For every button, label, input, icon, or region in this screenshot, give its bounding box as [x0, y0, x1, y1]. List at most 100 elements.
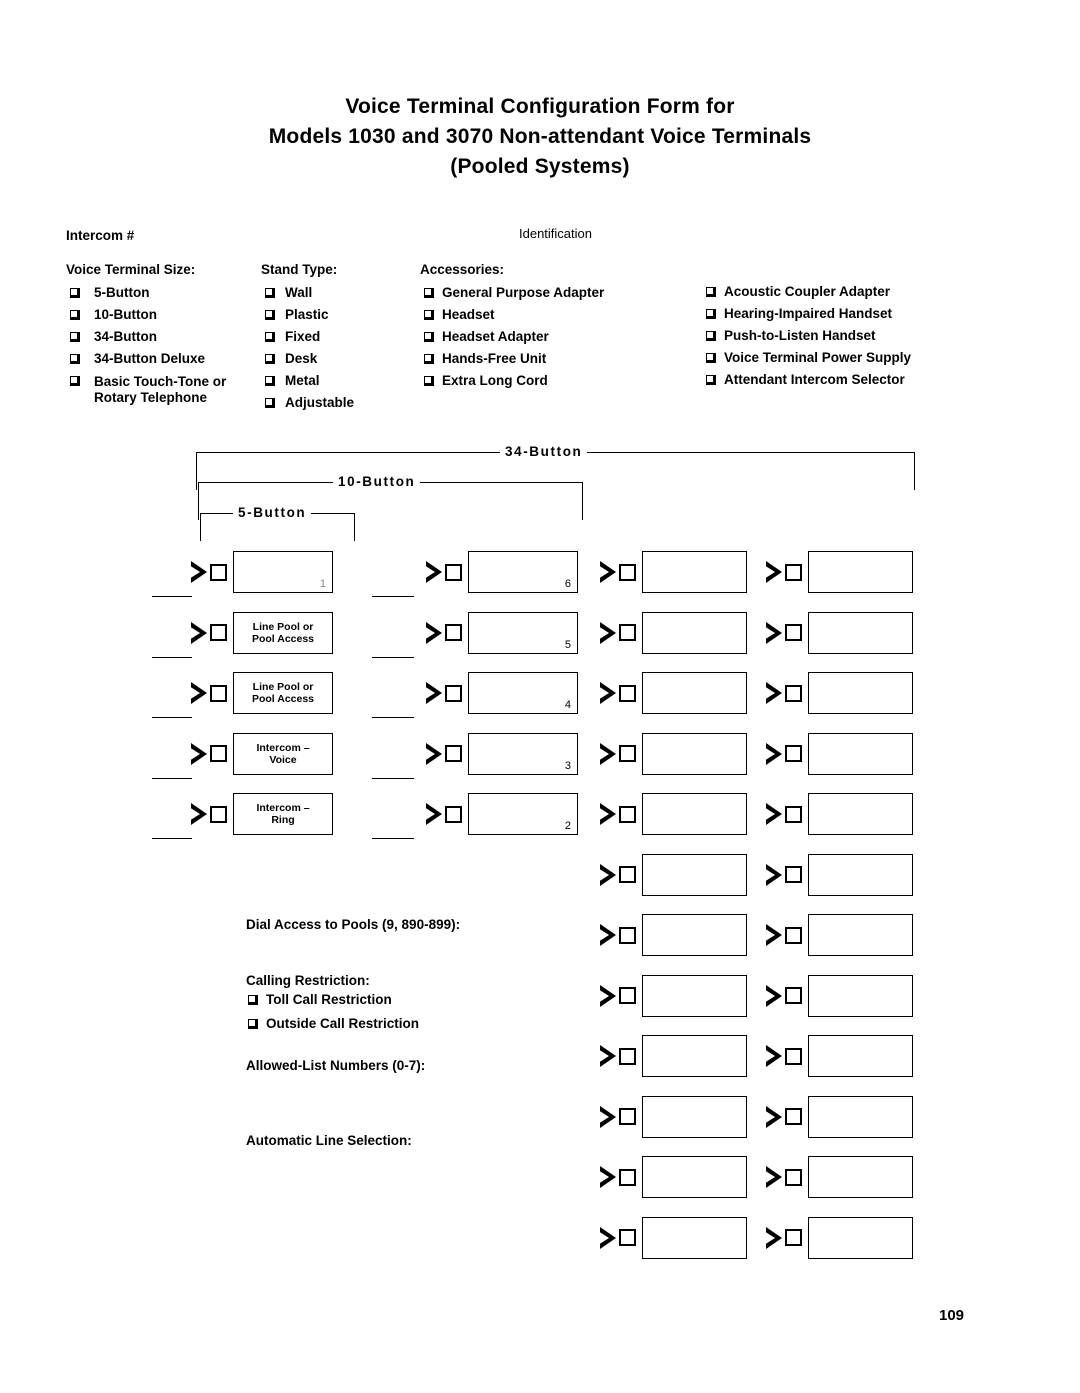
button-square-icon[interactable]	[785, 1168, 802, 1186]
button-col1-label-box[interactable]: Line Pool or Pool Access	[233, 611, 333, 654]
button-square-icon[interactable]	[619, 745, 636, 762]
button-square-icon[interactable]	[445, 805, 462, 823]
checkbox-icon[interactable]	[70, 310, 80, 320]
write-in-col2-line[interactable]	[372, 596, 414, 597]
checkbox-icon[interactable]	[424, 354, 434, 364]
button-col3-label-box[interactable]	[642, 551, 747, 593]
button-col4-label-box[interactable]	[808, 1156, 913, 1198]
accessory-left-option-2[interactable]: Headset	[424, 308, 495, 321]
button-square-icon[interactable]	[210, 563, 227, 581]
calling-restriction-option-1[interactable]: Toll Call Restriction	[248, 993, 392, 1006]
checkbox-icon[interactable]	[265, 376, 275, 386]
checkbox-icon[interactable]	[265, 398, 275, 408]
stand-option-1[interactable]: Wall	[265, 286, 312, 299]
button-square-icon[interactable]	[445, 563, 462, 581]
write-in-col2-line[interactable]	[372, 656, 414, 658]
checkbox-icon[interactable]	[265, 310, 275, 320]
button-square-icon[interactable]	[619, 1047, 636, 1065]
vts-option-3[interactable]: 34-Button	[70, 330, 157, 343]
write-in-col2-line[interactable]	[372, 838, 414, 839]
checkbox-icon[interactable]	[706, 353, 716, 363]
button-square-icon[interactable]	[785, 745, 802, 762]
write-in-col1-line[interactable]	[152, 656, 192, 658]
button-square-icon[interactable]	[210, 745, 227, 762]
stand-option-4[interactable]: Desk	[265, 352, 317, 365]
checkbox-icon[interactable]	[265, 332, 275, 342]
button-square-icon[interactable]	[619, 684, 636, 702]
accessory-right-option-5[interactable]: Attendant Intercom Selector	[706, 373, 905, 386]
button-col1-label-box[interactable]: Line Pool or Pool Access	[233, 672, 333, 714]
button-square-icon[interactable]	[785, 1047, 802, 1065]
button-col4-label-box[interactable]	[808, 551, 913, 593]
button-square-icon[interactable]	[785, 805, 802, 823]
button-square-icon[interactable]	[619, 624, 636, 641]
accessory-right-option-4[interactable]: Voice Terminal Power Supply	[706, 351, 911, 364]
checkbox-icon[interactable]	[248, 995, 258, 1005]
button-col4-label-box[interactable]	[808, 914, 913, 956]
button-col2-label-box[interactable]: 3	[468, 732, 578, 775]
button-col1-label-box[interactable]: Intercom – Voice	[233, 732, 333, 775]
checkbox-icon[interactable]	[706, 331, 716, 341]
button-col3-label-box[interactable]	[642, 732, 747, 775]
checkbox-icon[interactable]	[424, 332, 434, 342]
button-square-icon[interactable]	[785, 624, 802, 641]
calling-restriction-option-2[interactable]: Outside Call Restriction	[248, 1017, 419, 1030]
button-square-icon[interactable]	[619, 1229, 636, 1246]
button-col4-label-box[interactable]	[808, 793, 913, 835]
button-square-icon[interactable]	[785, 1229, 802, 1246]
button-col1-label-box[interactable]: Intercom – Ring	[233, 793, 333, 835]
checkbox-icon[interactable]	[424, 376, 434, 386]
checkbox-icon[interactable]	[424, 288, 434, 298]
accessory-right-option-1[interactable]: Acoustic Coupler Adapter	[706, 285, 890, 298]
button-col1-label-box[interactable]: 1	[233, 551, 333, 593]
button-col3-label-box[interactable]	[642, 793, 747, 835]
accessory-left-option-1[interactable]: General Purpose Adapter	[424, 286, 604, 299]
button-col4-label-box[interactable]	[808, 1095, 913, 1138]
button-col2-label-box[interactable]: 6	[468, 551, 578, 593]
button-square-icon[interactable]	[785, 926, 802, 944]
vts-option-5[interactable]: Basic Touch-Tone or Rotary Telephone	[70, 374, 244, 406]
button-square-icon[interactable]	[619, 926, 636, 944]
write-in-col1-line[interactable]	[152, 777, 192, 779]
accessory-left-option-4[interactable]: Hands-Free Unit	[424, 352, 546, 365]
button-square-icon[interactable]	[445, 684, 462, 702]
button-square-icon[interactable]	[619, 866, 636, 883]
button-col3-label-box[interactable]	[642, 1095, 747, 1138]
button-square-icon[interactable]	[210, 684, 227, 702]
write-in-col1-line[interactable]	[152, 717, 192, 718]
button-square-icon[interactable]	[619, 987, 636, 1004]
checkbox-icon[interactable]	[265, 288, 275, 298]
checkbox-icon[interactable]	[248, 1019, 258, 1029]
button-square-icon[interactable]	[785, 987, 802, 1004]
button-col2-label-box[interactable]: 4	[468, 672, 578, 714]
checkbox-icon[interactable]	[70, 354, 80, 364]
button-square-icon[interactable]	[619, 1168, 636, 1186]
button-col4-label-box[interactable]	[808, 611, 913, 654]
write-in-col1-line[interactable]	[152, 596, 192, 597]
write-in-col2-line[interactable]	[372, 717, 414, 718]
button-col2-label-box[interactable]: 5	[468, 611, 578, 654]
vts-option-2[interactable]: 10-Button	[70, 308, 157, 321]
button-col2-label-box[interactable]: 2	[468, 793, 578, 835]
button-col3-label-box[interactable]	[642, 672, 747, 714]
button-col3-label-box[interactable]	[642, 611, 747, 654]
checkbox-icon[interactable]	[70, 288, 80, 298]
button-col3-label-box[interactable]	[642, 853, 747, 896]
checkbox-icon[interactable]	[70, 376, 80, 386]
stand-option-5[interactable]: Metal	[265, 374, 320, 387]
button-square-icon[interactable]	[619, 563, 636, 581]
button-col3-label-box[interactable]	[642, 1156, 747, 1198]
checkbox-icon[interactable]	[424, 310, 434, 320]
button-square-icon[interactable]	[619, 805, 636, 823]
vts-option-4[interactable]: 34-Button Deluxe	[70, 352, 205, 365]
button-square-icon[interactable]	[210, 805, 227, 823]
accessory-left-option-3[interactable]: Headset Adapter	[424, 330, 549, 343]
button-square-icon[interactable]	[210, 624, 227, 641]
accessory-left-option-5[interactable]: Extra Long Cord	[424, 374, 548, 387]
accessory-right-option-3[interactable]: Push-to-Listen Handset	[706, 329, 876, 342]
write-in-col2-line[interactable]	[372, 777, 414, 779]
button-col3-label-box[interactable]	[642, 974, 747, 1017]
button-col4-label-box[interactable]	[808, 853, 913, 896]
button-col4-label-box[interactable]	[808, 732, 913, 775]
vts-option-1[interactable]: 5-Button	[70, 286, 149, 299]
